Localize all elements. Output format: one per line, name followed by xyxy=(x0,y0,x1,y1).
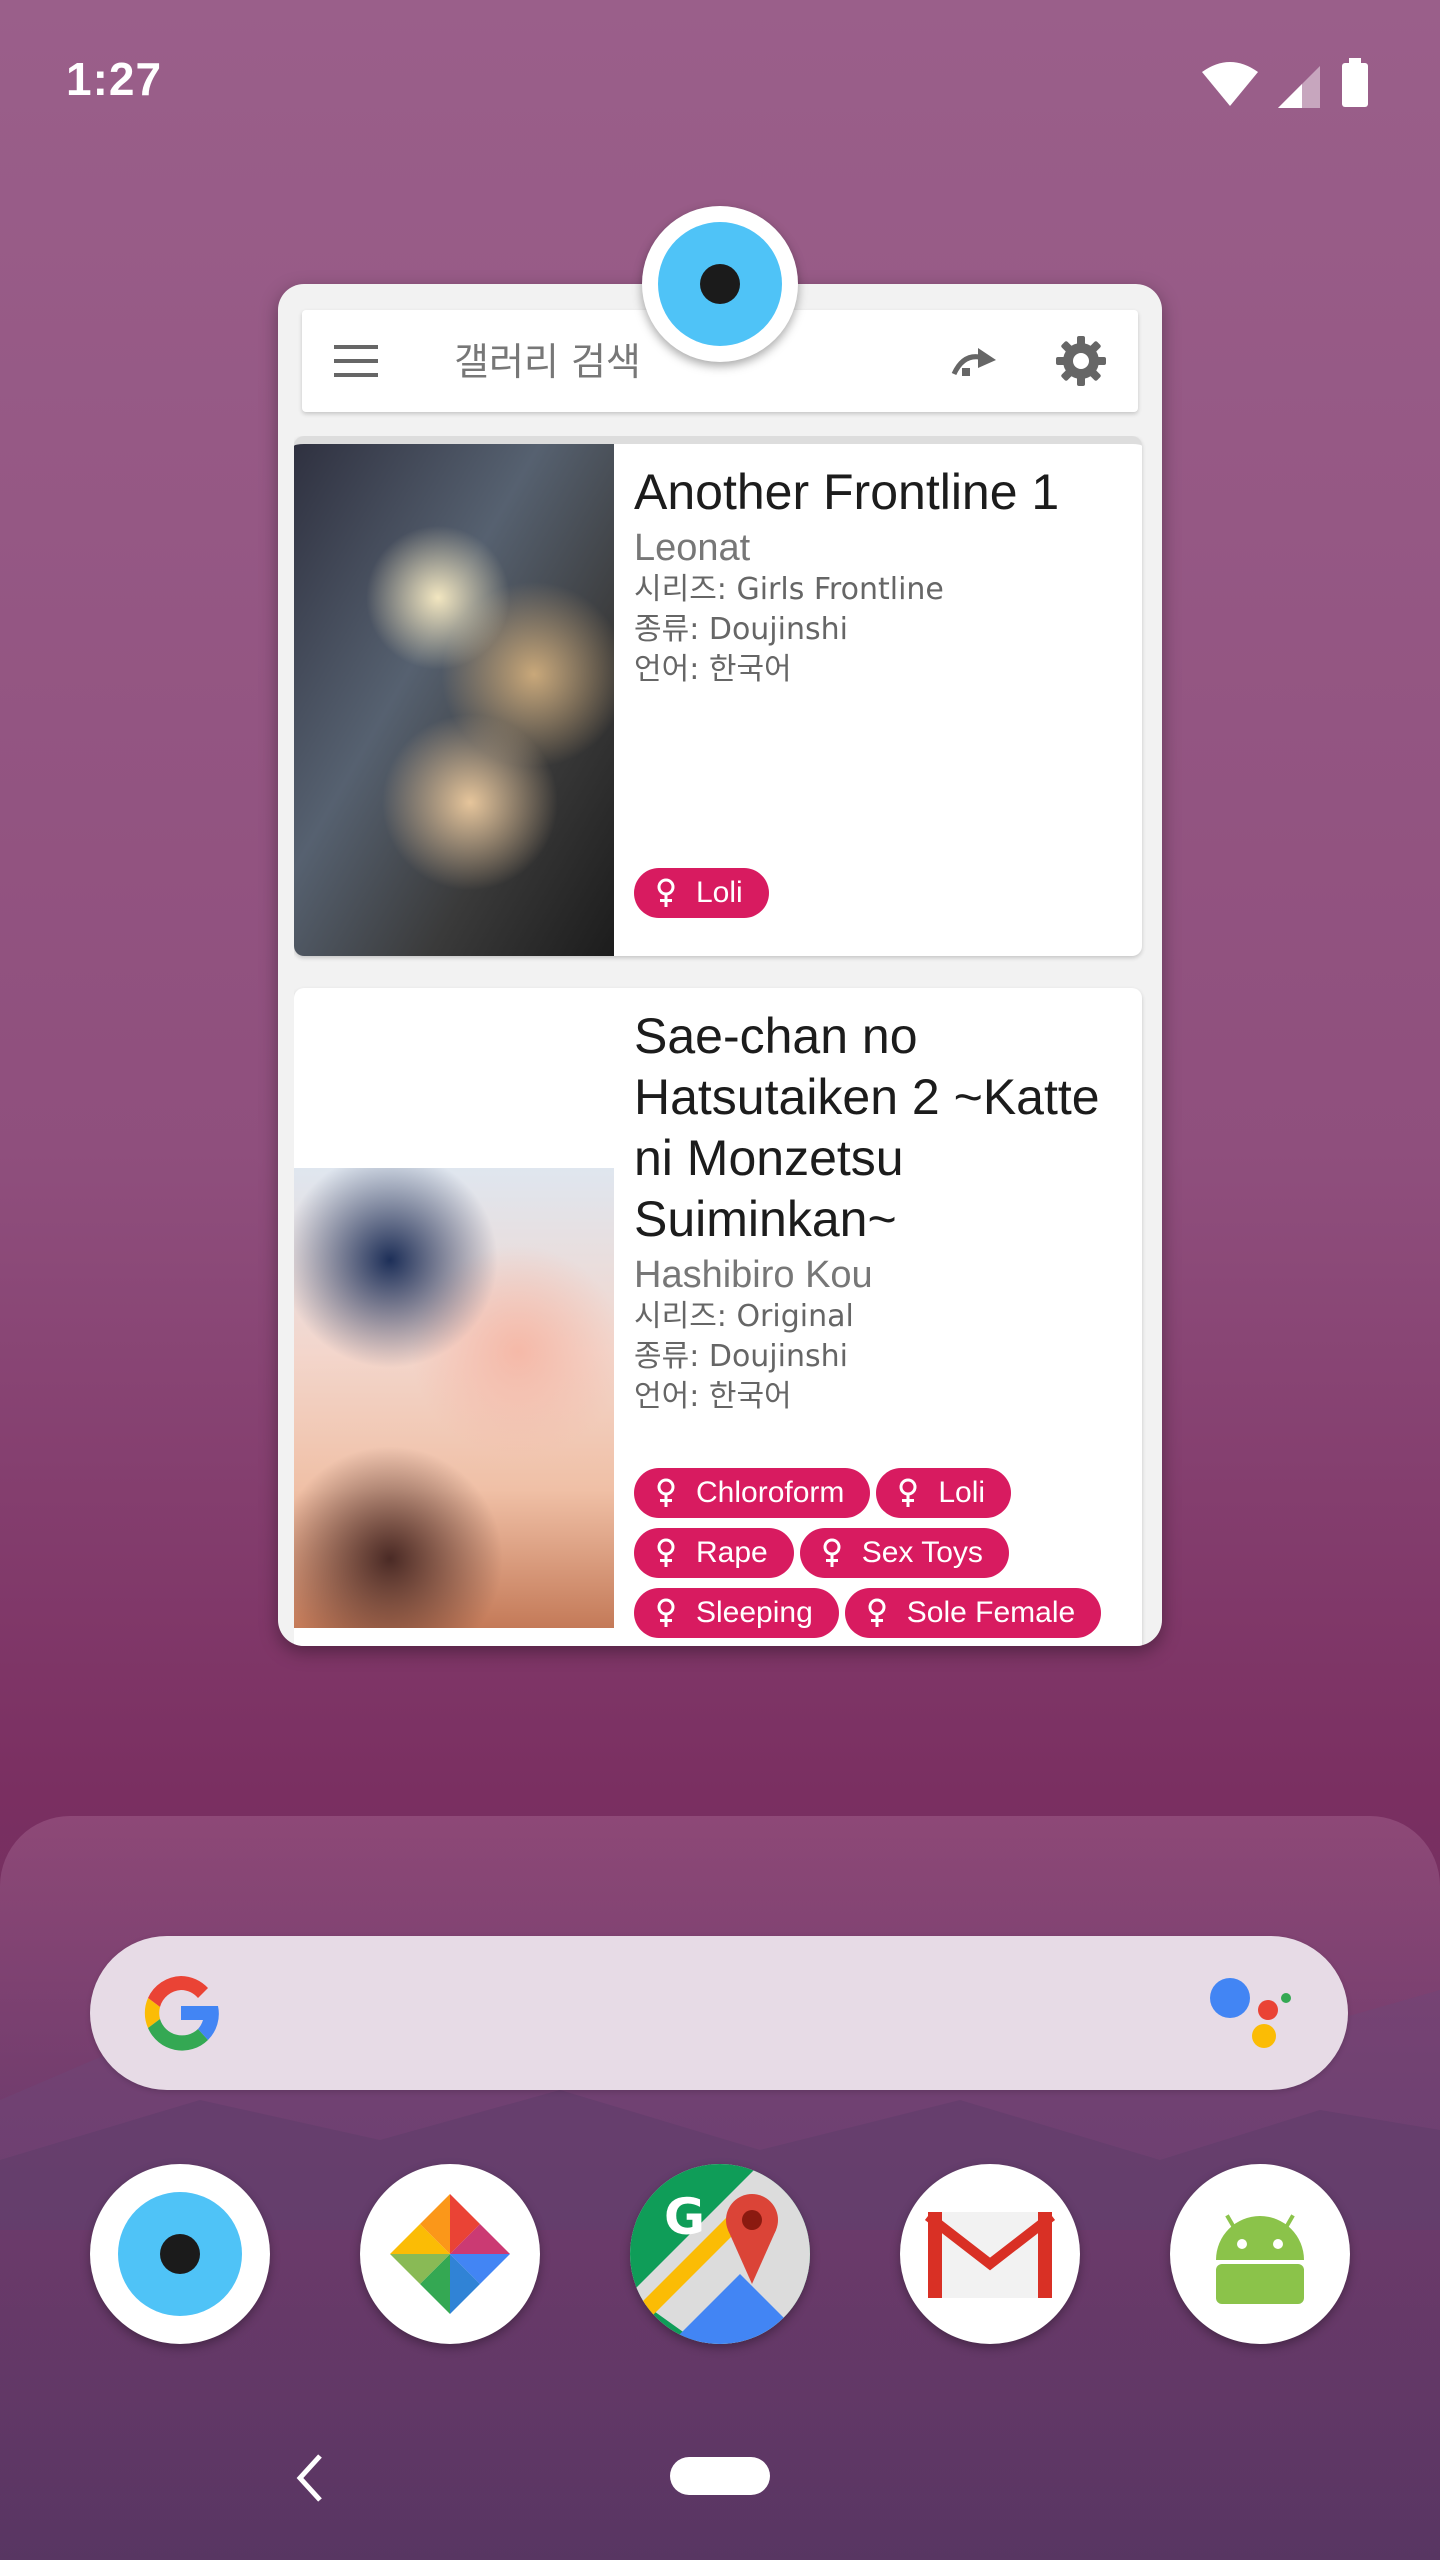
tag-chip[interactable]: Chloroform xyxy=(634,1468,871,1518)
gallery-language: 언어: 한국어 xyxy=(634,652,792,687)
gallery-series: 시리즈: Girls Frontline xyxy=(634,572,944,607)
female-icon xyxy=(657,878,675,907)
gallery-artist: Leonat xyxy=(634,527,751,569)
tag-label: Loli xyxy=(696,876,743,909)
gallery-title: Another Frontline 1 xyxy=(634,464,1060,520)
gallery-list[interactable]: Another Frontline 1 Leonat 시리즈: Girls Fr… xyxy=(294,436,1146,1646)
gallery-widget: Another Frontline 1 Leonat 시리즈: Girls Fr… xyxy=(278,284,1162,1646)
eye-icon xyxy=(658,222,782,346)
female-icon xyxy=(657,1478,675,1507)
gmail-icon[interactable] xyxy=(900,2164,1080,2344)
gallery-type: 종류: Doujinshi xyxy=(634,612,848,647)
pinwheel-icon xyxy=(390,2194,510,2314)
redo-icon[interactable] xyxy=(950,338,1000,384)
tag-label: Chloroform xyxy=(696,1476,845,1509)
tag-label: Rape xyxy=(696,1536,768,1569)
tag-label: Sole Female xyxy=(906,1596,1076,1629)
floating-eye-button[interactable] xyxy=(642,206,798,362)
back-icon[interactable] xyxy=(286,2450,336,2506)
android-robot-icon xyxy=(1216,2214,1304,2304)
tag-chip[interactable]: Sleeping xyxy=(634,1588,839,1638)
gallery-info: Sae-chan no Hatsutaiken 2 ~Katte ni Monz… xyxy=(634,1006,1124,1417)
gallery-card[interactable]: Another Frontline 1 Leonat 시리즈: Girls Fr… xyxy=(294,436,1142,956)
tag-chip[interactable]: Rape xyxy=(634,1528,794,1578)
eye-app-icon[interactable] xyxy=(90,2164,270,2344)
battery-icon xyxy=(1342,58,1368,107)
gallery-info: Another Frontline 1 Leonat 시리즈: Girls Fr… xyxy=(634,462,1124,690)
gallery-thumbnail[interactable] xyxy=(294,444,614,956)
gallery-type: 종류: Doujinshi xyxy=(634,1339,848,1374)
female-icon xyxy=(899,1478,917,1507)
tag-list: Chloroform Loli Rape Sex Toys Sleeping S… xyxy=(634,1468,1132,1646)
photos-icon[interactable] xyxy=(360,2164,540,2344)
wifi-icon xyxy=(1202,62,1258,106)
map-icon: G xyxy=(630,2164,810,2344)
envelope-icon xyxy=(924,2212,1056,2298)
gallery-series: 시리즈: Original xyxy=(634,1299,854,1334)
eye-icon xyxy=(118,2192,242,2316)
maps-icon[interactable]: G xyxy=(630,2164,810,2344)
signal-icon xyxy=(1278,66,1320,108)
gallery-title: Sae-chan no Hatsutaiken 2 ~Katte ni Monz… xyxy=(634,1008,1100,1247)
female-icon xyxy=(657,1598,675,1627)
female-icon xyxy=(657,1538,675,1567)
tag-chip[interactable]: Loli xyxy=(634,868,769,918)
tag-label: Loli xyxy=(938,1476,986,1509)
gallery-language: 언어: 한국어 xyxy=(634,1379,792,1414)
menu-icon[interactable] xyxy=(334,342,378,380)
tag-label: Sleeping xyxy=(696,1596,813,1629)
clock: 1:27 xyxy=(66,53,163,105)
female-icon xyxy=(868,1598,886,1627)
gallery-thumbnail[interactable] xyxy=(294,1168,614,1628)
gallery-card[interactable]: Sae-chan no Hatsutaiken 2 ~Katte ni Monz… xyxy=(294,988,1142,1646)
female-icon xyxy=(823,1538,841,1567)
status-icons xyxy=(1200,58,1380,112)
tag-label: Sex Toys xyxy=(861,1536,983,1569)
tag-chip[interactable]: Sex Toys xyxy=(799,1528,1009,1578)
tag-list: Loli xyxy=(634,868,1132,928)
gear-icon[interactable] xyxy=(1054,334,1108,388)
android-icon[interactable] xyxy=(1170,2164,1350,2344)
gallery-artist: Hashibiro Kou xyxy=(634,1254,873,1296)
home-button[interactable] xyxy=(670,2457,770,2495)
tag-chip[interactable]: Loli xyxy=(876,1468,1012,1518)
status-bar: 1:27 xyxy=(0,0,1440,170)
tag-chip[interactable]: Sole Female xyxy=(844,1588,1102,1638)
assistant-icon[interactable] xyxy=(1208,1976,1292,2052)
google-g-icon xyxy=(144,1976,219,2051)
svg-text:G: G xyxy=(664,2188,705,2246)
google-search-bar[interactable] xyxy=(90,1936,1348,2090)
